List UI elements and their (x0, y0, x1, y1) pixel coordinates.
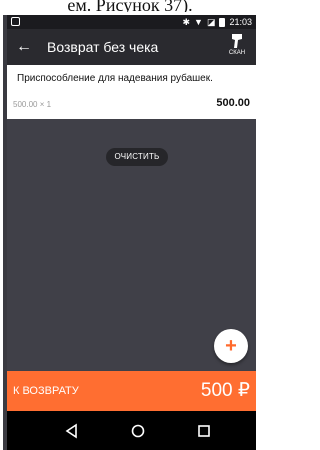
document-caption: ем. Рисунок 37). (67, 0, 193, 12)
page-title: Возврат без чека (47, 39, 159, 55)
refund-label: К ВОЗВРАТУ (13, 385, 79, 397)
status-icons: ✱ ▼ ◪ 21:03 (182, 15, 252, 29)
clear-button[interactable]: ОЧИСТИТЬ (106, 148, 168, 166)
back-arrow-icon[interactable]: ← (13, 36, 35, 58)
scan-label: СКАН (228, 50, 246, 56)
item-total: 500.00 (216, 97, 250, 109)
signal-icon: ◪ (206, 17, 216, 27)
add-item-button[interactable]: + (214, 329, 248, 363)
item-name: Приспособление для надевания рубашек. (17, 73, 213, 84)
status-bar: ✱ ▼ ◪ 21:03 (7, 15, 256, 29)
phone-screen: ✱ ▼ ◪ 21:03 ← Возврат без чека СКАН Прис… (3, 15, 256, 450)
nav-recent-icon[interactable] (196, 423, 212, 439)
scan-button[interactable]: СКАН (222, 32, 252, 62)
bluetooth-icon: ✱ (182, 17, 191, 27)
wifi-icon: ▼ (194, 17, 203, 27)
system-nav-bar (7, 411, 256, 450)
list-item[interactable]: Приспособление для надевания рубашек. 50… (7, 65, 256, 119)
battery-icon (219, 17, 226, 27)
item-price-quantity: 500.00 × 1 (13, 100, 52, 109)
nav-back-icon[interactable] (64, 423, 80, 439)
nav-home-icon[interactable] (130, 423, 146, 439)
refund-amount: 500 ₽ (200, 380, 250, 401)
refund-bar[interactable]: К ВОЗВРАТУ 500 ₽ (7, 371, 256, 411)
scanner-icon (232, 34, 242, 48)
app-bar: ← Возврат без чека СКАН (7, 29, 256, 65)
status-time: 21:03 (229, 17, 252, 27)
app-notification-icon (11, 17, 20, 26)
page: ем. Рисунок 37). ✱ ▼ ◪ 21:03 ← Возврат б… (0, 0, 260, 450)
